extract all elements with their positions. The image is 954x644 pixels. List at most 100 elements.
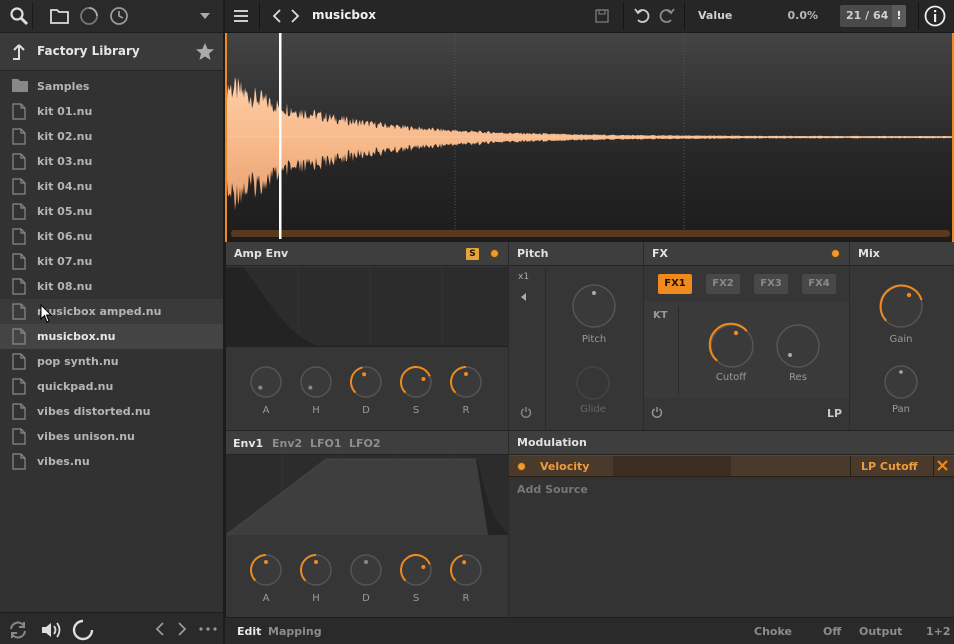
mod-slot-enable-toggle[interactable] [517, 462, 526, 471]
search-icon[interactable] [9, 6, 29, 26]
file-name: Samples [37, 80, 90, 93]
file-item[interactable]: kit 02.nu [0, 124, 225, 149]
file-item[interactable]: kit 03.nu [0, 149, 225, 174]
tab-edit[interactable]: Edit [237, 625, 261, 638]
chevron-left-icon[interactable] [155, 622, 165, 636]
amp-env-knob-a[interactable] [248, 364, 284, 400]
back-up-icon[interactable] [12, 43, 26, 61]
key-track-label[interactable]: KT [653, 310, 668, 321]
alert-button[interactable]: ! [892, 5, 906, 27]
gain-knob[interactable] [877, 282, 925, 330]
amp-env-knob-h[interactable] [298, 364, 334, 400]
amp-env-knob-d[interactable] [348, 364, 384, 400]
file-item[interactable]: vibes unison.nu [0, 424, 225, 449]
glide-knob[interactable] [575, 365, 611, 401]
pitch-knob[interactable] [570, 282, 618, 330]
file-item[interactable]: quickpad.nu [0, 374, 225, 399]
pan-knob[interactable] [883, 364, 919, 400]
mod-slot-row[interactable]: Velocity LP Cutoff [509, 455, 954, 477]
close-icon[interactable] [937, 460, 948, 471]
file-icon [12, 178, 26, 195]
mod-source[interactable]: Velocity [540, 460, 589, 473]
file-icon [12, 278, 26, 295]
tab-mapping[interactable]: Mapping [268, 625, 322, 638]
playhead[interactable] [279, 33, 282, 239]
file-item[interactable]: kit 05.nu [0, 199, 225, 224]
waveform-display[interactable] [225, 33, 954, 242]
tab-lfo2[interactable]: LFO2 [349, 437, 381, 450]
fx-slot-2[interactable]: FX2 [706, 274, 740, 294]
fx-power-icon[interactable] [651, 406, 663, 418]
choke-value[interactable]: Off [823, 625, 841, 638]
star-icon[interactable] [195, 42, 215, 62]
fx-slot-1[interactable]: FX1 [658, 274, 692, 294]
browser-footer [0, 612, 225, 644]
mod-env-knob-h[interactable] [298, 552, 334, 588]
save-icon[interactable] [595, 9, 609, 23]
library-header[interactable]: Factory Library [0, 33, 225, 71]
amp-env-knob-s[interactable] [398, 364, 434, 400]
folder-icon[interactable] [50, 7, 70, 25]
file-item[interactable]: kit 06.nu [0, 224, 225, 249]
mod-env-tabs: Env1 Env2 LFO1 LFO2 [226, 431, 508, 455]
power-icon[interactable] [520, 406, 532, 418]
fx-enable-toggle[interactable] [831, 249, 840, 258]
clock-icon[interactable] [109, 6, 129, 26]
folder-item[interactable]: Samples [0, 74, 225, 99]
file-item[interactable]: musicbox.nu [0, 324, 225, 349]
divider [545, 268, 546, 430]
filter-type-label[interactable]: LP [827, 407, 842, 420]
tab-lfo1[interactable]: LFO1 [310, 437, 342, 450]
mod-env-graph[interactable] [226, 455, 508, 535]
preset-name[interactable]: musicbox [312, 8, 376, 22]
speaker-icon[interactable] [40, 620, 62, 640]
next-preset-icon[interactable] [290, 9, 300, 23]
chevron-right-icon[interactable] [177, 622, 187, 636]
tab-env1[interactable]: Env1 [233, 437, 263, 450]
menu-icon[interactable] [233, 8, 249, 24]
mod-env-knob-d[interactable] [348, 552, 384, 588]
fx-slot-4[interactable]: FX4 [802, 274, 836, 294]
file-item[interactable]: musicbox amped.nu [0, 299, 225, 324]
prev-preset-icon[interactable] [272, 9, 282, 23]
file-item[interactable]: vibes.nu [0, 449, 225, 474]
file-item[interactable]: pop synth.nu [0, 349, 225, 374]
amp-env-knob-r[interactable] [448, 364, 484, 400]
sync-icon[interactable] [8, 620, 28, 640]
sample-start-marker[interactable] [225, 33, 227, 242]
output-value[interactable]: 1+2 [926, 625, 951, 638]
solo-badge[interactable]: S [466, 248, 479, 260]
file-item[interactable]: kit 07.nu [0, 249, 225, 274]
file-item[interactable]: kit 04.nu [0, 174, 225, 199]
undo-icon[interactable] [634, 7, 652, 25]
file-name: pop synth.nu [37, 355, 119, 368]
file-item[interactable]: kit 08.nu [0, 274, 225, 299]
amp-env-graph[interactable] [226, 267, 508, 347]
more-icon[interactable] [199, 627, 217, 631]
info-icon[interactable] [924, 5, 946, 27]
mod-env-knob-a[interactable] [248, 552, 284, 588]
mod-amount-bar[interactable] [613, 456, 731, 476]
amp-env-enable-toggle[interactable] [490, 249, 499, 258]
file-name: kit 01.nu [37, 105, 93, 118]
mod-env-knob-label: A [262, 593, 270, 604]
mod-env-knob-r[interactable] [448, 552, 484, 588]
gain-label: Gain [889, 334, 913, 345]
waveform-scrollbar[interactable] [231, 230, 950, 237]
cutoff-knob[interactable] [708, 322, 756, 370]
fx-slot-3[interactable]: FX3 [754, 274, 788, 294]
pitch-multiplier[interactable]: x1 [518, 272, 529, 282]
mod-env-knob-s[interactable] [398, 552, 434, 588]
file-item[interactable]: vibes distorted.nu [0, 399, 225, 424]
mod-target[interactable]: LP Cutoff [861, 460, 918, 473]
file-name: vibes.nu [37, 455, 90, 468]
add-source-button[interactable]: Add Source [517, 483, 588, 496]
arrow-left-icon[interactable] [521, 293, 527, 301]
redo-icon[interactable] [657, 7, 675, 25]
res-knob[interactable] [774, 322, 822, 370]
file-item[interactable]: kit 01.nu [0, 99, 225, 124]
chevron-down-icon[interactable] [199, 12, 211, 20]
tab-env2[interactable]: Env2 [272, 437, 302, 450]
waveform-shape [227, 76, 952, 211]
modulation-panel: Modulation Velocity LP Cutoff Add Source [509, 430, 954, 617]
